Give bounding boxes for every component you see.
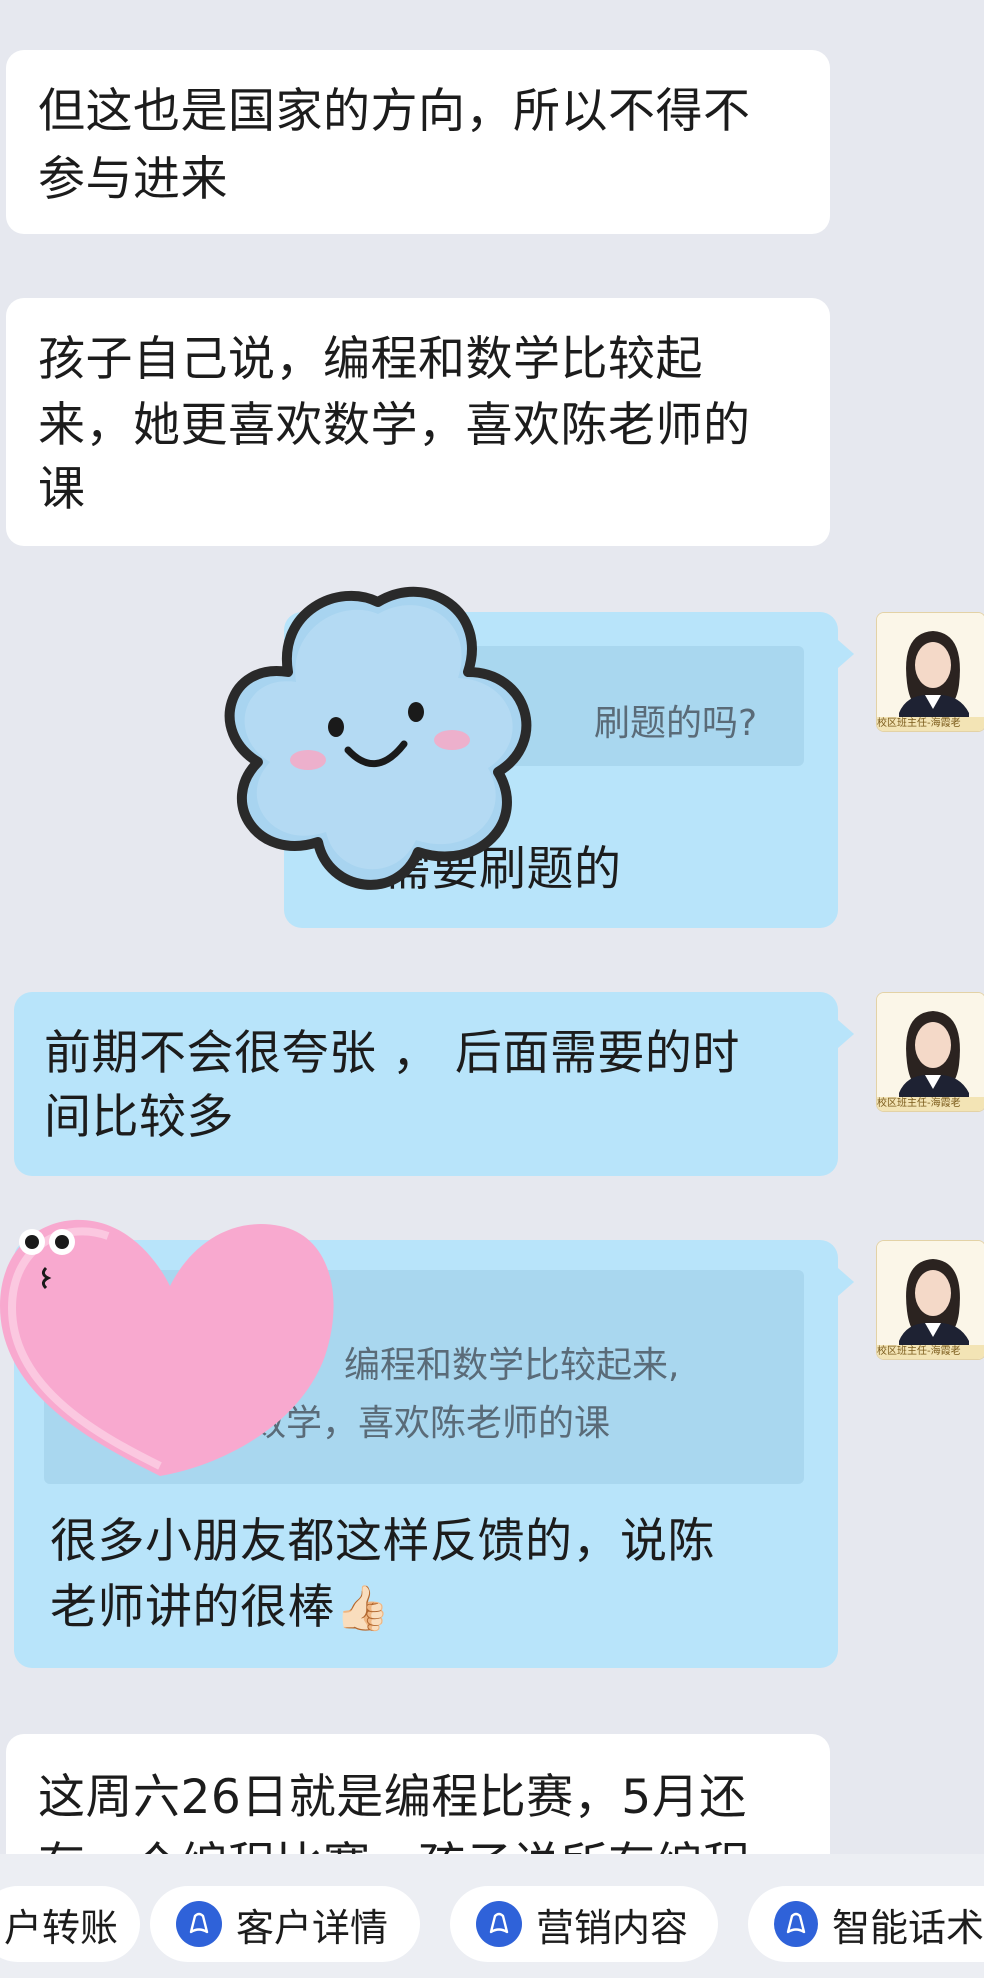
message-text: 参与进来 <box>38 152 228 207</box>
marketing-icon <box>476 1901 522 1947</box>
avatar[interactable]: 校区班主任-海霞老 <box>876 992 984 1112</box>
flower-sticker <box>224 586 532 890</box>
quick-action-marketing[interactable]: 营销内容 <box>450 1886 718 1962</box>
avatar-badge: 校区班主任-海霞老 <box>877 1098 961 1109</box>
message-bubble-incoming[interactable]: 但这也是国家的方向，所以不得不 参与进来 <box>6 50 830 234</box>
quick-action-smart-script[interactable]: 智能话术 <box>748 1886 984 1962</box>
bubble-tail <box>838 640 854 668</box>
quick-action-label: 户转账 <box>4 1905 119 1950</box>
avatar[interactable]: 校区班主任-海霞老 <box>876 1240 984 1360</box>
quick-action-label: 营销内容 <box>536 1905 689 1950</box>
message-text-line: 老师讲的很棒 <box>50 1580 335 1635</box>
script-icon <box>774 1901 818 1947</box>
message-text: 但这也是国家的方向，所以不得不 <box>38 84 751 139</box>
quoted-text: 编程和数学比较起来, <box>344 1345 680 1386</box>
heart-sticker <box>0 1219 334 1476</box>
message-text: 间比较多 <box>44 1090 234 1145</box>
message-bubble-incoming[interactable]: 孩子自己说，编程和数学比较起 来，她更喜欢数学，喜欢陈老师的 课 <box>6 298 830 546</box>
quick-action-label: 智能话术 <box>831 1905 984 1950</box>
avatar-badge: 校区班主任-海霞老 <box>877 1346 961 1357</box>
message-text: 孩子自己说，编程和数学比较起 <box>38 332 703 387</box>
avatar-badge: 校区班主任-海霞老 <box>877 718 961 729</box>
teacher-photo <box>877 613 984 731</box>
message-bubble-outgoing[interactable]: 前期不会很夸张 ， 后面需要的时 间比较多 <box>14 992 838 1176</box>
thumbs-up-emoji: 👍🏻 <box>335 1583 391 1634</box>
bubble-tail <box>838 1020 854 1048</box>
quoted-text: 刷题的吗? <box>594 703 758 744</box>
customer-icon <box>176 1901 222 1947</box>
message-text: 很多小朋友都这样反馈的，说陈 <box>50 1514 715 1569</box>
message-text: 来，她更喜欢数学，喜欢陈老师的 <box>38 398 751 453</box>
quick-action-label: 客户详情 <box>236 1905 389 1950</box>
teacher-photo <box>877 1241 984 1359</box>
avatar[interactable]: 校区班主任-海霞老 <box>876 612 984 732</box>
teacher-photo <box>877 993 984 1111</box>
bubble-tail <box>838 1268 854 1296</box>
quick-action-customer-details[interactable]: 客户详情 <box>150 1886 420 1962</box>
message-text: 课 <box>38 462 86 517</box>
quick-action-transfer[interactable]: 户转账 <box>0 1886 140 1962</box>
message-text: 前期不会很夸张 ， 后面需要的时 <box>44 1026 740 1081</box>
message-text: 老师讲的很棒👍🏻 <box>50 1576 390 1641</box>
message-text: 这周六26日就是编程比赛，5月还 <box>38 1770 747 1825</box>
